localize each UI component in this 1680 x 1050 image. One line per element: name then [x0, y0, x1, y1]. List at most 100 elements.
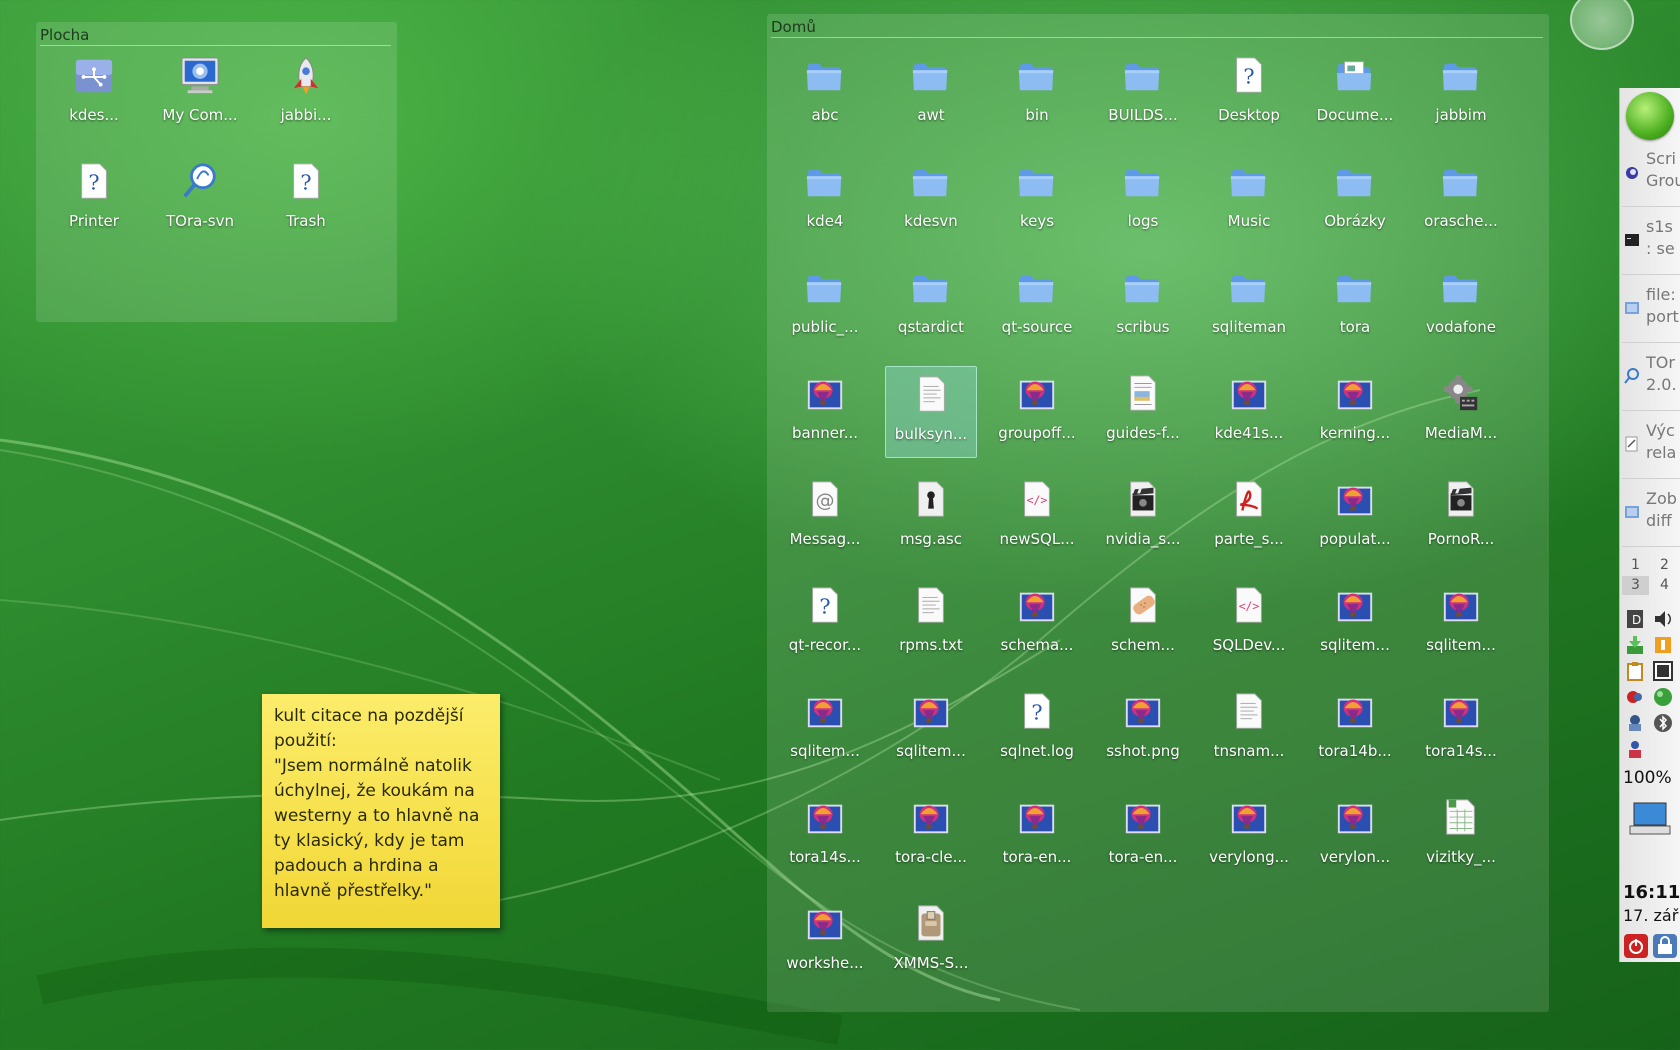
editor-icon [1625, 436, 1638, 452]
domu-item[interactable]: bin [991, 48, 1083, 140]
domu-item[interactable]: msg.asc [885, 472, 977, 564]
plocha-item[interactable]: kdes... [48, 48, 140, 140]
domu-item[interactable]: sqlitem... [885, 684, 977, 776]
task-label: : se [1646, 239, 1675, 258]
domu-item[interactable]: BUILDS... [1097, 48, 1189, 140]
domu-item-label: MediaM... [1424, 424, 1498, 442]
update-icon[interactable] [1652, 634, 1674, 656]
domu-item[interactable]: PornoR... [1415, 472, 1507, 564]
domu-item[interactable]: Music [1203, 154, 1295, 246]
sticky-note[interactable]: kult citace na pozdější použití: "Jsem n… [262, 694, 500, 928]
domu-item[interactable]: tora14s... [779, 790, 871, 882]
volume-icon[interactable] [1652, 608, 1674, 630]
domu-item[interactable]: orasche... [1415, 154, 1507, 246]
domu-item-label: parte_s... [1214, 530, 1284, 548]
domu-item[interactable]: verylong... [1203, 790, 1295, 882]
domu-item[interactable]: tora14s... [1415, 684, 1507, 776]
pager-desktop-4[interactable]: 4 [1651, 576, 1678, 595]
task-editor[interactable]: Výc rela [1622, 416, 1680, 479]
domu-item[interactable]: parte_s... [1203, 472, 1295, 564]
domu-item[interactable]: ? Desktop [1203, 48, 1295, 140]
domu-item[interactable]: sshot.png [1097, 684, 1189, 776]
laptop-icon[interactable] [1628, 800, 1672, 838]
domu-item-label: awt [917, 106, 945, 124]
pager-desktop-1[interactable]: 1 [1622, 556, 1649, 575]
clock-time[interactable]: 16:11 [1623, 882, 1680, 903]
task-file-manager[interactable]: file: port [1622, 280, 1680, 343]
download-icon[interactable] [1624, 634, 1646, 656]
plocha-item[interactable]: TOra-svn [154, 154, 246, 246]
domu-item[interactable]: tora [1309, 260, 1401, 352]
domu-item[interactable]: abc [779, 48, 871, 140]
domu-item[interactable]: scribus [1097, 260, 1189, 352]
domu-item[interactable]: guides-f... [1097, 366, 1189, 458]
domu-item[interactable]: populat... [1309, 472, 1401, 564]
domu-item[interactable]: workshe... [779, 896, 871, 988]
plocha-item[interactable]: My Com... [154, 48, 246, 140]
domu-item[interactable]: ? qt-recor... [779, 578, 871, 670]
dictionary-icon[interactable]: D [1624, 608, 1646, 630]
kickoff-menu-button[interactable] [1626, 92, 1674, 140]
domu-item[interactable]: kde41s... [1203, 366, 1295, 458]
domu-item[interactable]: tora-cle... [885, 790, 977, 882]
domu-item[interactable]: rpms.txt [885, 578, 977, 670]
domu-item[interactable]: tnsnam... [1203, 684, 1295, 776]
folder-icon [1336, 169, 1372, 197]
domu-item[interactable]: schem... [1097, 578, 1189, 670]
task-file-manager-2[interactable]: Zob diff [1622, 484, 1680, 547]
domu-item[interactable]: qt-source [991, 260, 1083, 352]
domu-item[interactable]: </> SQLDev... [1203, 578, 1295, 670]
domu-item[interactable]: kdesvn [885, 154, 977, 246]
domu-item[interactable]: verylon... [1309, 790, 1401, 882]
domu-item[interactable]: tora-en... [1097, 790, 1189, 882]
plocha-item[interactable]: ? Printer [48, 154, 140, 246]
domu-item[interactable]: sqlitem... [779, 684, 871, 776]
domu-item[interactable]: Docume... [1309, 48, 1401, 140]
domu-item[interactable]: qstardict [885, 260, 977, 352]
domu-item[interactable]: public_... [779, 260, 871, 352]
user-icon[interactable] [1624, 738, 1646, 760]
domu-item[interactable]: sqlitem... [1415, 578, 1507, 670]
clipboard-icon[interactable] [1624, 660, 1646, 682]
domu-item[interactable]: MediaM... [1415, 366, 1507, 458]
domu-item[interactable]: groupoff... [991, 366, 1083, 458]
domu-item[interactable]: awt [885, 48, 977, 140]
domu-item[interactable]: ? sqlnet.log [991, 684, 1083, 776]
window-icon[interactable] [1652, 660, 1674, 682]
domu-item[interactable]: schema... [991, 578, 1083, 670]
domu-item[interactable]: Obrázky [1309, 154, 1401, 246]
domu-item[interactable]: kerning... [1309, 366, 1401, 458]
desktop-toolbox-button[interactable] [1570, 0, 1634, 50]
plocha-item[interactable]: jabbi... [260, 48, 352, 140]
domu-item[interactable]: </> newSQL... [991, 472, 1083, 564]
domu-item[interactable]: @ Messag... [779, 472, 871, 564]
domu-item[interactable]: tora-en... [991, 790, 1083, 882]
domu-item[interactable]: jabbim [1415, 48, 1507, 140]
domu-item[interactable]: kde4 [779, 154, 871, 246]
domu-item[interactable]: logs [1097, 154, 1189, 246]
lock-icon[interactable] [1624, 686, 1646, 708]
logout-button[interactable] [1624, 934, 1648, 958]
plocha-item[interactable]: ? Trash [260, 154, 352, 246]
lock-screen-button[interactable] [1653, 934, 1677, 958]
pager-desktop-3[interactable]: 3 [1622, 576, 1649, 595]
clock-date[interactable]: 17. zář [1623, 906, 1680, 925]
domu-item[interactable]: banner... [779, 366, 871, 458]
domu-item[interactable]: keys [991, 154, 1083, 246]
task-terminal[interactable]: s1s: se [1622, 212, 1680, 275]
domu-item[interactable]: tora14b... [1309, 684, 1401, 776]
messenger-icon[interactable] [1624, 712, 1646, 734]
domu-item[interactable]: bulksyn... [885, 366, 977, 458]
battery-indicator[interactable]: 100% [1623, 768, 1680, 788]
domu-item[interactable]: nvidia_s... [1097, 472, 1189, 564]
domu-item[interactable]: vizitky_... [1415, 790, 1507, 882]
domu-item[interactable]: sqlitem... [1309, 578, 1401, 670]
domu-item[interactable]: sqliteman [1203, 260, 1295, 352]
network-status-icon[interactable] [1652, 686, 1674, 708]
domu-item[interactable]: XMMS-S... [885, 896, 977, 988]
domu-item[interactable]: vodafone [1415, 260, 1507, 352]
task-tora[interactable]: TOr 2.0. [1622, 348, 1680, 411]
bluetooth-icon[interactable] [1652, 712, 1674, 734]
task-scribus[interactable]: Scri Grou [1622, 144, 1680, 207]
pager-desktop-2[interactable]: 2 [1651, 556, 1678, 575]
